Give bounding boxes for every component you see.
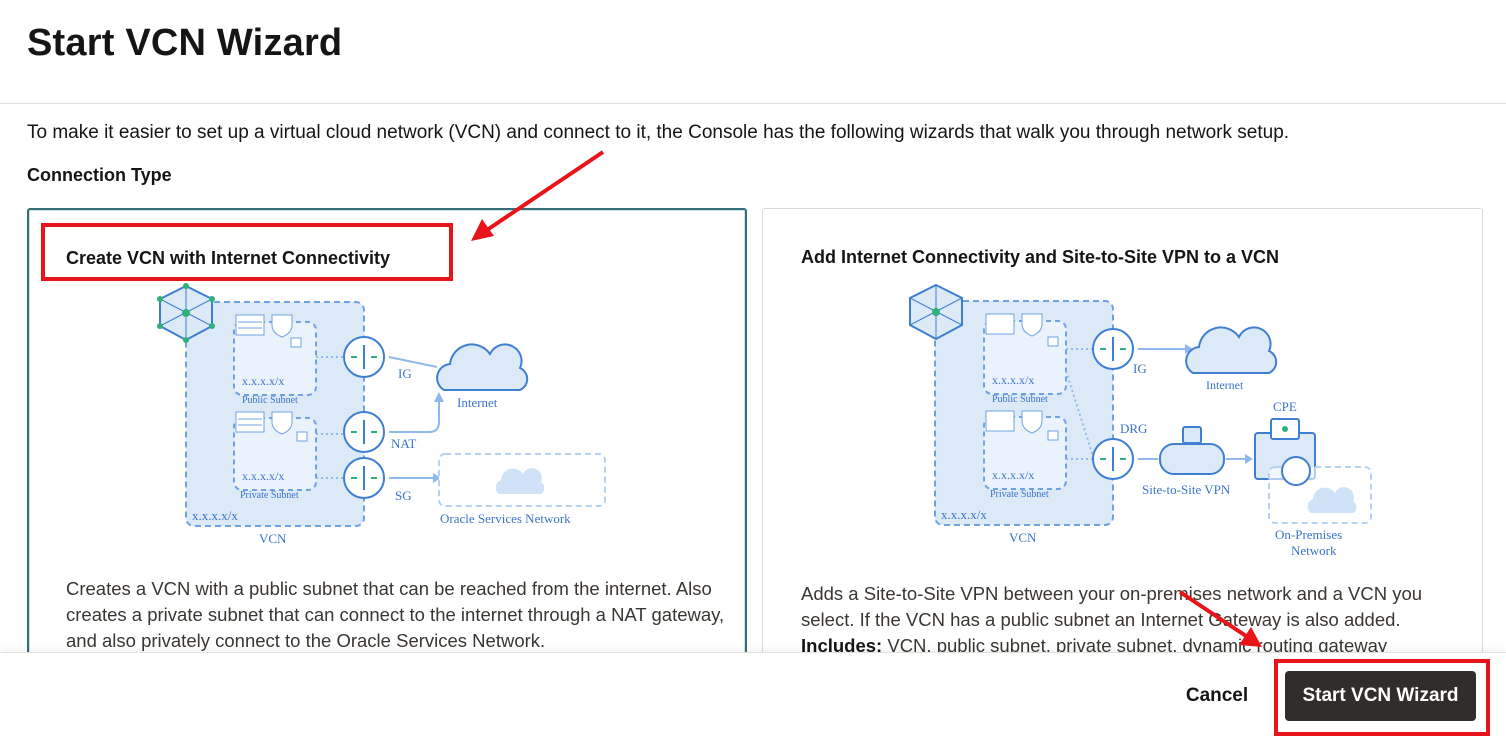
card-create-vcn-internet[interactable]: Create VCN with Internet Connectivity x.… bbox=[27, 208, 747, 678]
vpn-diagram: x.x.x.x/x Public Subnet x.x.x.x/x Privat… bbox=[909, 283, 1372, 558]
vcn-label: VCN bbox=[1009, 530, 1037, 545]
public-subnet-label: Public Subnet bbox=[992, 394, 1048, 405]
vcn-cidr: x.x.x.x/x bbox=[941, 507, 987, 522]
private-subnet-label: Private Subnet bbox=[990, 489, 1049, 500]
nat-gateway-icon bbox=[343, 411, 385, 453]
dialog-footer bbox=[0, 652, 1506, 747]
public-subnet-label: Public Subnet bbox=[242, 395, 298, 406]
sg-label: SG bbox=[395, 488, 412, 503]
card-title: Create VCN with Internet Connectivity bbox=[66, 248, 391, 268]
dialog-title: Start VCN Wizard bbox=[27, 22, 343, 64]
ig-label: IG bbox=[398, 366, 412, 381]
private-cidr: x.x.x.x/x bbox=[242, 469, 284, 483]
ig-label: IG bbox=[1133, 361, 1147, 376]
dialog-header: Start VCN Wizard bbox=[0, 0, 1506, 104]
internet-label: Internet bbox=[457, 395, 498, 410]
card-description: Adds a Site-to-Site VPN between your on-… bbox=[801, 581, 1461, 659]
osn-label: Oracle Services Network bbox=[440, 511, 571, 526]
vpn-tunnel-icon bbox=[1159, 426, 1225, 475]
nat-label: NAT bbox=[391, 436, 416, 451]
private-cidr: x.x.x.x/x bbox=[992, 468, 1034, 482]
card-description-text: Adds a Site-to-Site VPN between your on-… bbox=[801, 583, 1423, 630]
public-cidr: x.x.x.x/x bbox=[992, 373, 1034, 387]
internet-label: Internet bbox=[1206, 378, 1244, 392]
drg-gateway-icon bbox=[1092, 438, 1134, 480]
card-internet-site-to-site-vpn[interactable]: Add Internet Connectivity and Site-to-Si… bbox=[762, 208, 1483, 678]
vcn-internet-diagram: x.x.x.x/x Public Subnet x.x.x.x/x Privat… bbox=[157, 283, 606, 546]
ig-gateway-icon bbox=[343, 336, 385, 378]
intro-text: To make it easier to set up a virtual cl… bbox=[27, 122, 1290, 143]
vcn-label: VCN bbox=[259, 531, 287, 546]
internet-cloud-icon bbox=[1185, 326, 1278, 374]
drg-label: DRG bbox=[1120, 421, 1147, 436]
card-title: Add Internet Connectivity and Site-to-Si… bbox=[801, 247, 1280, 267]
connection-type-label: Connection Type bbox=[27, 165, 172, 185]
onprem-label-line1: On-Premises bbox=[1275, 527, 1342, 542]
public-cidr: x.x.x.x/x bbox=[242, 374, 284, 388]
sg-gateway-icon bbox=[343, 457, 385, 499]
onprem-label-line2: Network bbox=[1291, 543, 1337, 558]
cancel-button[interactable]: Cancel bbox=[1172, 676, 1262, 716]
cpe-label: CPE bbox=[1273, 399, 1297, 414]
internet-cloud-icon bbox=[436, 343, 529, 391]
vcn-cidr: x.x.x.x/x bbox=[192, 508, 238, 523]
vpn-label: Site-to-Site VPN bbox=[1142, 482, 1231, 497]
ig-gateway-icon bbox=[1092, 328, 1134, 370]
start-vcn-wizard-button[interactable]: Start VCN Wizard bbox=[1285, 671, 1476, 721]
private-subnet-label: Private Subnet bbox=[240, 490, 299, 501]
card-description: Creates a VCN with a public subnet that … bbox=[66, 578, 725, 651]
